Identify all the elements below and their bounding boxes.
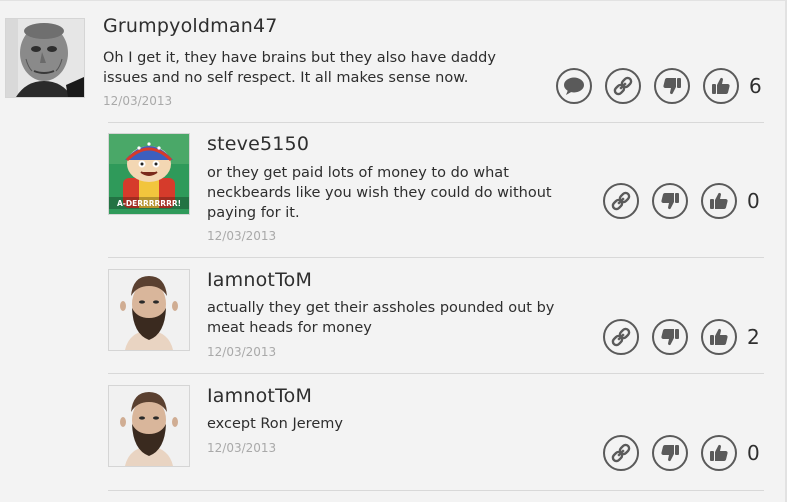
thumbs-down-icon [661,329,679,346]
reply-button[interactable] [556,68,592,104]
username[interactable]: IamnotToM [207,385,312,407]
like-button[interactable] [703,68,739,104]
avatar-iamnottom[interactable] [108,269,190,351]
like-count: 0 [747,189,760,213]
top-rule [0,0,787,1]
dislike-button[interactable] [652,319,688,355]
dislike-button[interactable] [654,68,690,104]
link-button[interactable] [603,319,639,355]
link-button[interactable] [603,183,639,219]
avatar-caption: A-DERRRRRRR! [117,199,181,208]
comment-date: 12/03/2013 [207,441,277,455]
username[interactable]: Grumpyoldman47 [103,15,278,37]
link-button[interactable] [603,435,639,471]
username[interactable]: steve5150 [207,133,309,155]
like-count: 6 [749,74,762,98]
thumbs-up-icon [710,444,728,461]
thumbs-up-icon [712,77,730,94]
chain-link-icon [611,443,631,463]
thumbs-up-icon [710,328,728,345]
comment-actions: 6 [556,68,765,104]
thumbs-up-icon [710,192,728,209]
comment-text: Oh I get it, they have brains but they a… [103,50,496,86]
avatar-grumpyoldman47[interactable] [5,18,85,98]
thumbs-down-icon [661,193,679,210]
comment-actions: 0 [603,183,763,219]
dislike-button[interactable] [652,183,688,219]
comment-divider [108,122,764,123]
comment-date: 12/03/2013 [207,345,277,359]
chain-link-icon [611,327,631,347]
comment-actions: 2 [603,319,763,355]
chain-link-icon [613,76,633,96]
comment-text: actually they get their assholes pounded… [207,300,555,336]
username[interactable]: IamnotToM [207,269,312,291]
like-button[interactable] [701,183,737,219]
avatar-iamnottom[interactable] [108,385,190,467]
comment-actions: 0 [603,435,763,471]
like-button[interactable] [701,435,737,471]
comment-divider [108,373,764,374]
dislike-button[interactable] [652,435,688,471]
chain-link-icon [611,191,631,211]
thumbs-down-icon [663,78,681,95]
comment-date: 12/03/2013 [103,94,173,108]
comment-text: except Ron Jeremy [207,416,343,432]
link-button[interactable] [605,68,641,104]
speech-bubble-icon [564,77,584,95]
bottom-rule [108,490,764,491]
like-count: 2 [747,325,760,349]
like-count: 0 [747,441,760,465]
comment-date: 12/03/2013 [207,229,277,243]
like-button[interactable] [701,319,737,355]
comment-divider [108,257,764,258]
comment-text: or they get paid lots of money to do wha… [207,165,552,221]
thumbs-down-icon [661,445,679,462]
avatar-steve5150[interactable]: A-DERRRRRRR! [108,133,190,215]
